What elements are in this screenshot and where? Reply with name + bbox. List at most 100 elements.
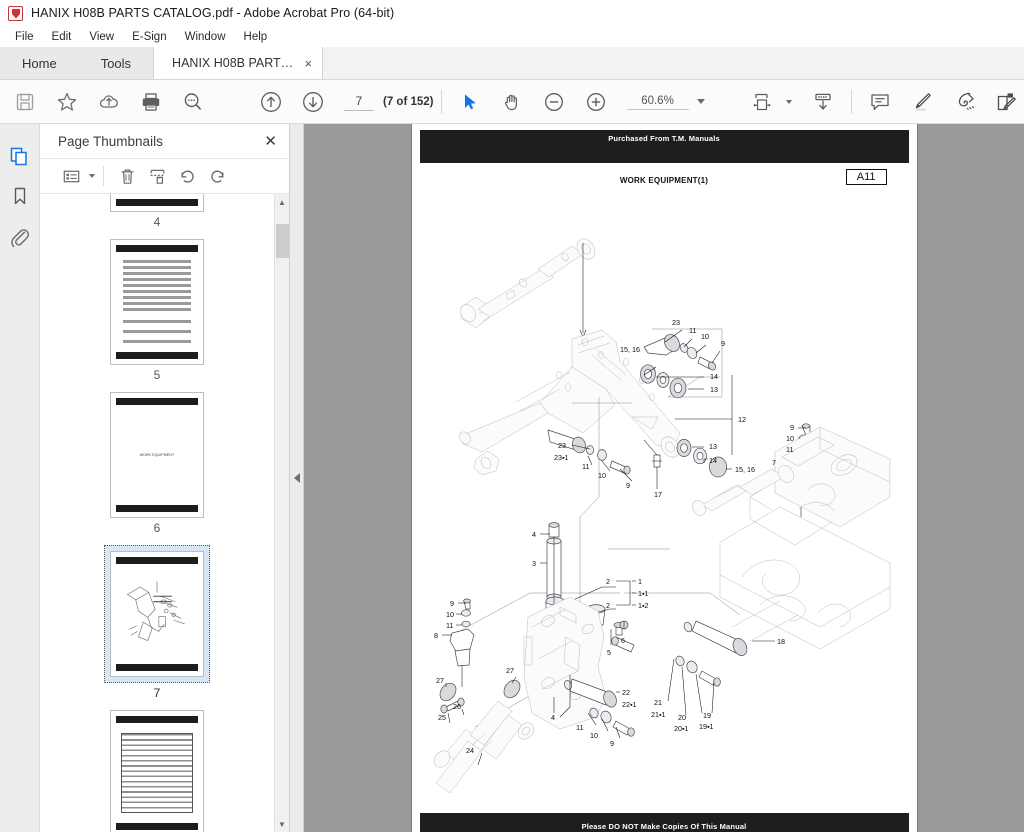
scroll-down-chevron-down-icon[interactable]: ▼ [275, 816, 290, 832]
callout: 11 [576, 723, 583, 732]
zoom-out-button[interactable] [533, 81, 575, 123]
list-item[interactable]: 4 [40, 194, 274, 229]
toolbar-divider-1 [440, 89, 442, 114]
list-item-selected[interactable]: 7 [40, 545, 274, 700]
callout: 13 [710, 385, 718, 394]
tab-document[interactable]: HANIX H08B PARTS... × [153, 47, 324, 79]
document-viewport[interactable]: Purchased From T.M. Manuals WORK EQUIPME… [304, 124, 1024, 832]
collapse-panel-button[interactable] [290, 124, 304, 832]
boom-cylinder-assembly [459, 238, 595, 329]
list-item[interactable]: 8 [40, 710, 274, 832]
save-floppy-icon [16, 93, 34, 110]
thumbnail-page-6[interactable]: WORK EQUIPMENT [110, 392, 204, 518]
rotate-clockwise-button[interactable] [202, 162, 232, 190]
callout: 12 [738, 415, 746, 424]
callout: 24 [466, 746, 474, 755]
callout: 21 [654, 698, 662, 707]
add-to-favorites-button[interactable] [46, 81, 88, 123]
list-item[interactable]: WORK EQUIPMENT 6 [40, 392, 274, 535]
scrollbar-thumb[interactable] [275, 224, 289, 258]
callout: 2 [606, 577, 610, 586]
hand-tool-button[interactable] [491, 81, 533, 123]
comment-button[interactable] [859, 81, 901, 123]
thumbnails-vertical-scrollbar[interactable]: ▲ ▼ [274, 194, 289, 832]
scroll-up-chevron-up-icon[interactable]: ▲ [275, 194, 290, 210]
callout: 21▪1 [651, 710, 666, 719]
thumbnail-selection-frame[interactable] [104, 545, 210, 683]
rail-item-page-thumbnails[interactable] [3, 136, 37, 176]
find-button[interactable] [172, 81, 214, 123]
menu-help[interactable]: Help [235, 29, 277, 45]
rail-item-bookmarks[interactable] [3, 176, 37, 216]
hand-pan-icon [504, 94, 517, 110]
menu-window[interactable]: Window [176, 29, 235, 45]
arrow-down-circle-icon [303, 91, 323, 112]
save-button[interactable] [4, 81, 46, 123]
scroll-mode-button[interactable] [802, 81, 844, 123]
list-item[interactable]: 5 [40, 239, 274, 382]
thumbnail-footer-band [116, 823, 198, 830]
menu-file[interactable]: File [6, 29, 43, 45]
close-panel-icon[interactable]: ✕ [264, 134, 277, 149]
bushing-group-lower [676, 439, 727, 478]
callout: 17 [654, 490, 662, 499]
delete-pages-button[interactable] [112, 162, 142, 190]
thumbnail-page-7[interactable] [110, 551, 204, 677]
thumbnail-page-number: 4 [153, 215, 161, 229]
machine-frame-ghost [719, 426, 890, 650]
callout: 9 [610, 739, 614, 748]
fill-and-sign-button[interactable] [985, 81, 1024, 123]
menu-esign[interactable]: E-Sign [123, 29, 176, 45]
thumbnail-options-chevron-down-icon[interactable] [89, 174, 95, 178]
thumbnail-page-5[interactable] [110, 239, 204, 365]
zoom-in-button[interactable] [575, 81, 617, 123]
main-toolbar: (7 of 152) [0, 80, 1024, 124]
collapse-left-arrow-icon [293, 473, 300, 483]
callout: 4 [551, 713, 555, 722]
bolt-group-18 [674, 620, 747, 687]
draw-button[interactable] [943, 81, 985, 123]
page-number-input[interactable] [344, 92, 374, 111]
thumbnail-page-8[interactable] [110, 710, 204, 832]
select-tool-button[interactable] [449, 81, 491, 123]
fit-dropdown-chevron-down-icon[interactable] [785, 99, 792, 104]
page-thumbnails-title: Page Thumbnails [58, 133, 163, 149]
rotate-counterclockwise-button[interactable] [172, 162, 202, 190]
thumbnail-page-number: 5 [153, 368, 161, 382]
tab-close-icon[interactable]: × [304, 57, 312, 70]
tab-home[interactable]: Home [0, 47, 79, 79]
callout: 2 [606, 601, 610, 610]
pdf-page: Purchased From T.M. Manuals WORK EQUIPME… [411, 124, 917, 832]
tab-tools[interactable]: Tools [78, 47, 154, 79]
tab-strip-filler [323, 47, 1024, 79]
tab-strip: Home Tools HANIX H08B PARTS... × [0, 47, 1024, 80]
fill-and-sign-icon [997, 92, 1016, 110]
callout: 13 [709, 442, 717, 451]
page-thumbnails-list[interactable]: 4 5 WORK EQUIPMENT 6 7 [40, 194, 274, 832]
thumbnail-page-4[interactable] [110, 194, 204, 212]
highlight-button[interactable] [901, 81, 943, 123]
callout: 10 [701, 332, 709, 341]
print-button[interactable] [130, 81, 172, 123]
callout: 9 [790, 423, 794, 432]
list-view-options-icon [63, 170, 79, 182]
menu-edit[interactable]: Edit [43, 29, 81, 45]
scrollbar-track[interactable] [275, 210, 290, 816]
main-body: Page Thumbnails ✕ 4 5 WORK EQUIPMENT 6 7… [0, 124, 1024, 832]
menu-view[interactable]: View [80, 29, 123, 45]
rail-item-attachments[interactable] [3, 216, 37, 256]
document-page-code: A11 [845, 169, 887, 185]
thumbnail-size-options-button[interactable] [56, 162, 86, 190]
rotate-counterclockwise-icon [181, 170, 194, 183]
callout: 19 [703, 711, 711, 720]
zoom-dropdown-chevron-down-icon[interactable] [696, 99, 705, 104]
previous-page-button[interactable] [250, 81, 292, 123]
zoom-in-circle-icon [586, 92, 605, 111]
zoom-level-input[interactable] [626, 93, 689, 110]
upload-to-cloud-button[interactable] [88, 81, 130, 123]
extract-pages-button[interactable] [142, 162, 172, 190]
fit-page-button[interactable] [741, 81, 783, 123]
next-page-button[interactable] [292, 81, 334, 123]
callout: 10 [590, 731, 598, 740]
callout: 5 [607, 648, 611, 657]
